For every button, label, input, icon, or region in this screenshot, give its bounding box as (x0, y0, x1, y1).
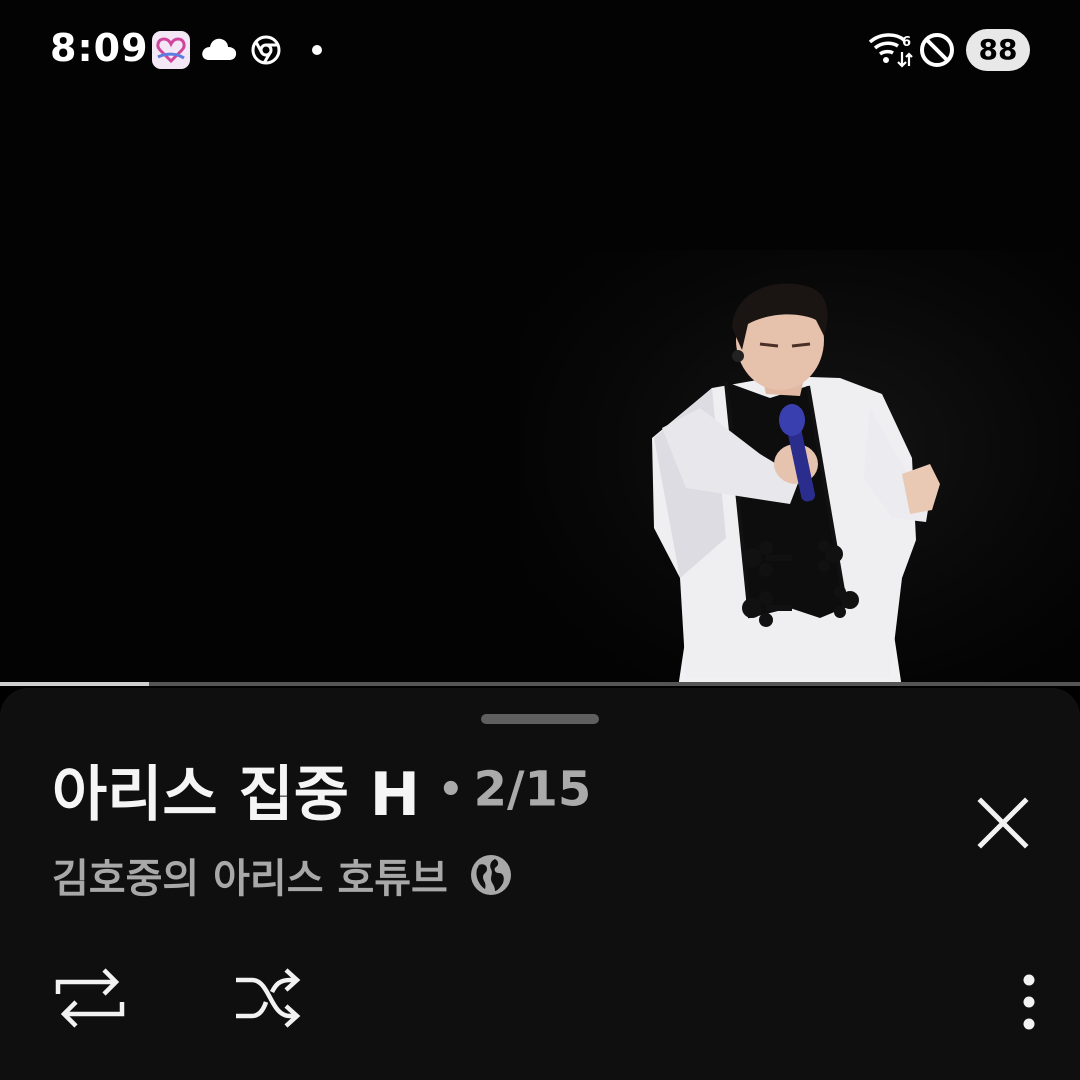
loop-button[interactable] (52, 964, 128, 1034)
more-options-button[interactable] (1004, 970, 1054, 1034)
channel-row[interactable]: 김호중의 아리스 호튜브 (52, 846, 513, 904)
chrome-icon (251, 35, 281, 65)
video-progress-fill (0, 682, 150, 686)
video-progress-bar[interactable] (0, 682, 1080, 686)
youtube-playlist-screen: 8:09 6 88 아리스 집중 H • 2/15 김호중의 아리스 호튜브 (0, 0, 1080, 1080)
drag-handle[interactable] (481, 714, 599, 724)
close-button[interactable] (968, 788, 1038, 858)
shuffle-icon (236, 968, 301, 1028)
do-not-disturb-icon (920, 33, 954, 67)
title-separator: • (438, 766, 464, 813)
battery-level: 88 (966, 29, 1030, 71)
status-bar: 8:09 6 88 (0, 0, 1080, 100)
cloud-icon (202, 38, 237, 60)
close-icon (977, 797, 1029, 849)
shuffle-button[interactable] (230, 964, 306, 1034)
globe-icon (470, 855, 511, 895)
playlist-title-row: 아리스 집중 H • 2/15 (52, 746, 591, 833)
video-player[interactable] (0, 0, 1080, 686)
status-time: 8:09 (50, 26, 149, 70)
more-vert-icon (1023, 974, 1035, 1030)
notification-dot-icon (312, 45, 322, 55)
heart-app-icon (152, 31, 190, 69)
playlist-title: 아리스 집중 H (52, 760, 420, 830)
wifi-6-icon: 6 (868, 33, 913, 68)
loop-icon (55, 968, 125, 1028)
playlist-panel: 아리스 집중 H • 2/15 김호중의 아리스 호튜브 (0, 688, 1080, 1080)
svg-text:6: 6 (902, 35, 911, 50)
playlist-position: 2/15 (473, 761, 592, 818)
channel-name[interactable]: 김호중의 아리스 호튜브 (52, 856, 448, 902)
video-frame-performer (652, 283, 940, 686)
